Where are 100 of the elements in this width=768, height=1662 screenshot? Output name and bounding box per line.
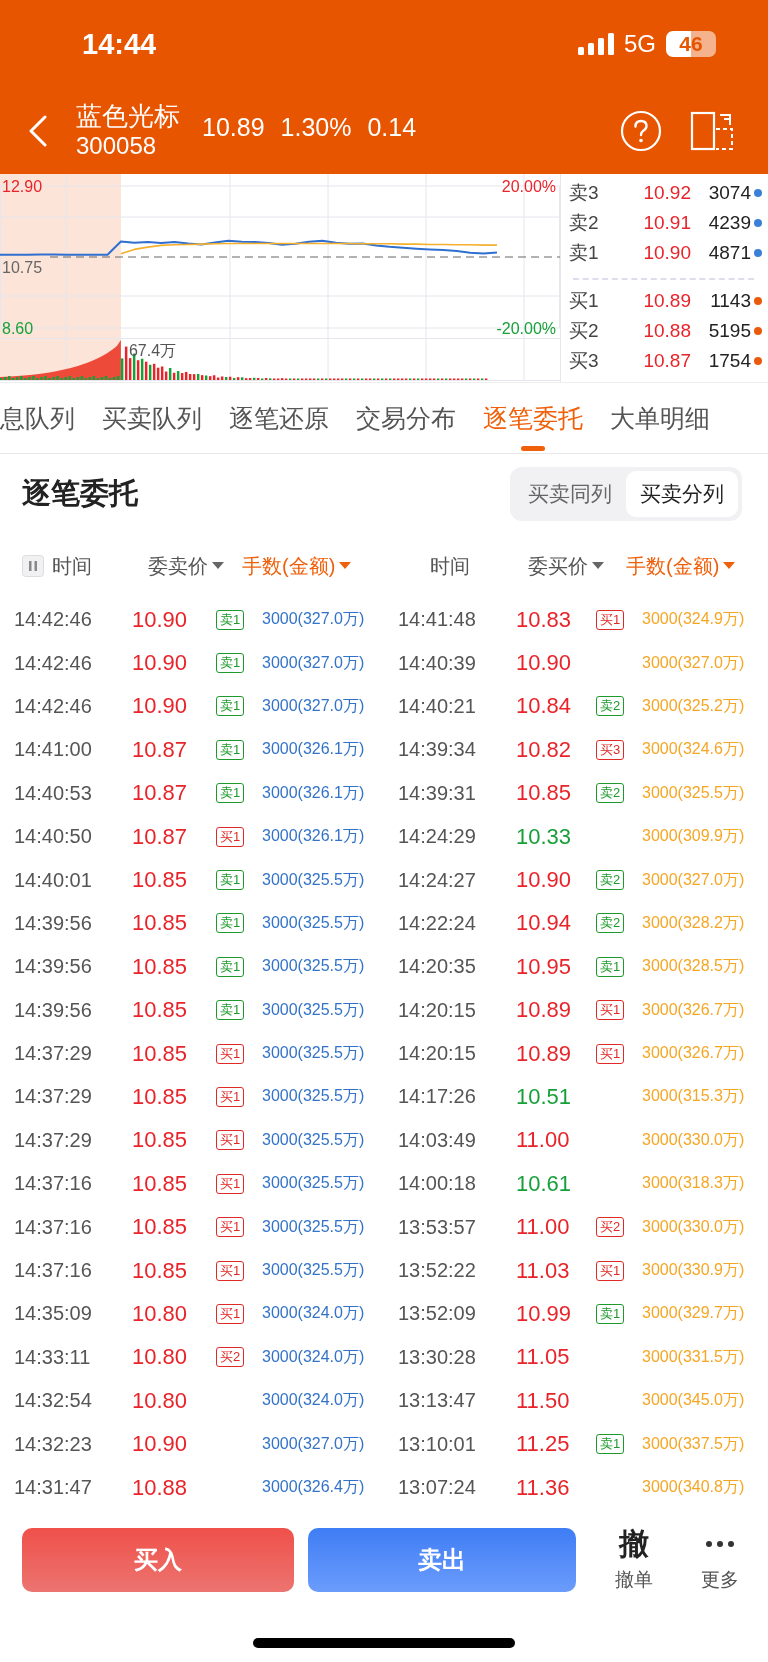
- time-cell-text: 14:42:46: [14, 694, 93, 718]
- level-price: 10.88: [642, 320, 691, 342]
- time-cell-text: 14:17:26: [398, 1085, 477, 1109]
- battery-indicator: 46: [666, 31, 716, 57]
- order-tag: 卖1: [596, 956, 625, 977]
- price-cell-text: 10.90: [516, 867, 573, 894]
- amount-cell-text: 3000(324.0万): [262, 1346, 366, 1367]
- cancel-order-button[interactable]: 撤 撤单: [606, 1527, 662, 1593]
- price-cell-text: 11.05: [516, 1344, 571, 1371]
- more-button[interactable]: 更多: [692, 1527, 748, 1593]
- amount-cell-text: 3000(330.9万): [642, 1260, 746, 1281]
- order-tag: 卖2: [596, 696, 625, 717]
- status-time: 14:44: [82, 27, 157, 61]
- sort-button[interactable]: 委买价: [528, 552, 604, 580]
- time-cell-text: 14:24:29: [398, 825, 477, 849]
- time-cell-text: 13:52:22: [398, 1259, 477, 1283]
- amount-cell-text: 3000(325.5万): [262, 1216, 366, 1237]
- amount-cell-text: 3000(331.5万): [642, 1346, 746, 1367]
- order-tag: 卖2: [596, 783, 625, 804]
- order-tag: 卖2: [596, 913, 625, 934]
- sort-button[interactable]: 委卖价: [148, 552, 224, 580]
- amount-cell-text: 3000(327.0万): [642, 869, 746, 890]
- price-cell-text: 10.85: [132, 1127, 189, 1154]
- time-cell-text: 14:40:53: [14, 781, 93, 805]
- price-cell-text: 10.85: [132, 1214, 189, 1241]
- price-cell-text: 11.00: [516, 1214, 571, 1241]
- order-tag: 买2: [216, 1347, 245, 1368]
- price-cell-text: 10.80: [132, 1300, 189, 1327]
- price-cell-text: 10.89: [516, 997, 573, 1024]
- order-tag: 买3: [596, 739, 625, 760]
- order-tag: 卖1: [216, 1000, 245, 1021]
- caret-icon: [339, 562, 352, 570]
- order-tag: 卖1: [216, 870, 245, 891]
- time-cell-text: 13:07:24: [398, 1476, 477, 1499]
- price-cell-text: 10.90: [132, 650, 189, 677]
- amount-cell-text: 3000(340.8万): [642, 1477, 746, 1497]
- amount-cell-text: 3000(327.0万): [262, 652, 366, 673]
- price-cell-text: 11.03: [516, 1257, 571, 1284]
- view-option[interactable]: 买卖同列: [514, 471, 626, 517]
- level-price: 10.90: [642, 242, 691, 264]
- tab[interactable]: 息队列: [0, 383, 75, 453]
- price-cell-text: 10.87: [132, 780, 189, 807]
- change-amount: 0.14: [367, 112, 417, 143]
- price-cell-text: 10.84: [516, 693, 573, 720]
- more-icon: [705, 1540, 735, 1548]
- time-cell-text: 14:32:54: [14, 1389, 93, 1413]
- amount-cell-text: 3000(324.0万): [262, 1390, 366, 1411]
- amount-cell-text: 3000(326.4万): [262, 1477, 366, 1497]
- percent-tick: 20.00%: [501, 177, 556, 195]
- amount-cell-text: 3000(315.3万): [642, 1086, 746, 1107]
- time-cell-text: 14:24:27: [398, 868, 477, 892]
- price-cell-text: 10.90: [516, 650, 573, 677]
- view-option[interactable]: 买卖分列: [626, 471, 738, 517]
- time-cell-text: 14:20:15: [398, 998, 477, 1022]
- price-cell-text: 10.87: [132, 736, 189, 763]
- amount-cell-text: 3000(326.7万): [642, 1043, 746, 1064]
- panels-icon[interactable]: [690, 111, 734, 151]
- pause-icon[interactable]: [22, 555, 44, 577]
- tab[interactable]: 大单明细: [610, 383, 710, 453]
- time-cell-text: 14:37:29: [14, 1085, 93, 1109]
- amount-cell-text: 3000(345.0万): [642, 1390, 746, 1411]
- tab[interactable]: 买卖队列: [102, 383, 202, 453]
- percent-tick: -20.00%: [496, 319, 556, 337]
- time-cell-text: 14:39:34: [398, 738, 477, 762]
- level-volume: 5195: [707, 320, 751, 342]
- level-volume: 3074: [707, 182, 751, 204]
- caret-icon: [212, 562, 224, 570]
- time-cell-text: 14:03:49: [398, 1128, 477, 1152]
- price-cell-text: 10.99: [516, 1300, 573, 1327]
- back-icon[interactable]: [28, 115, 48, 147]
- tab[interactable]: 逐笔还原: [229, 383, 329, 453]
- help-icon[interactable]: [620, 110, 662, 152]
- order-tag: 卖1: [216, 913, 245, 934]
- time-cell-text: 14:42:46: [14, 651, 93, 675]
- time-cell-text: 14:37:29: [14, 1042, 93, 1066]
- price-cell-text: 10.87: [132, 823, 189, 850]
- time-cell-text: 14:39:56: [14, 911, 93, 935]
- caret-icon: [723, 562, 736, 570]
- stock-code: 300058: [76, 132, 158, 160]
- amount-cell-text: 3000(330.0万): [642, 1216, 746, 1237]
- amount-cell-text: 3000(325.5万): [642, 782, 746, 803]
- time-cell-text: 14:33:11: [14, 1345, 92, 1369]
- price-cell-text: 10.61: [516, 1170, 573, 1197]
- price-cell-text: 10.85: [132, 953, 189, 980]
- level-price: 10.91: [642, 212, 691, 234]
- price-cell-text: 10.90: [132, 693, 189, 720]
- time-cell-text: 14:40:21: [398, 694, 477, 718]
- amount-cell-text: 3000(330.0万): [642, 1129, 746, 1150]
- order-tag: 卖1: [216, 783, 245, 804]
- amount-cell-text: 3000(324.6万): [642, 739, 746, 760]
- time-cell-text: 14:39:56: [14, 955, 93, 979]
- order-tag: 买1: [596, 1043, 625, 1064]
- tab[interactable]: 交易分布: [356, 383, 456, 453]
- price-cell-text: 10.85: [132, 910, 189, 937]
- amount-cell-text: 3000(327.0万): [262, 609, 366, 630]
- signal-icon: [578, 33, 614, 55]
- order-tag: 买2: [596, 1217, 625, 1238]
- level-label: 买1: [569, 289, 600, 313]
- amount-cell-text: 3000(325.5万): [262, 1173, 366, 1194]
- amount-cell-text: 3000(318.3万): [642, 1173, 746, 1194]
